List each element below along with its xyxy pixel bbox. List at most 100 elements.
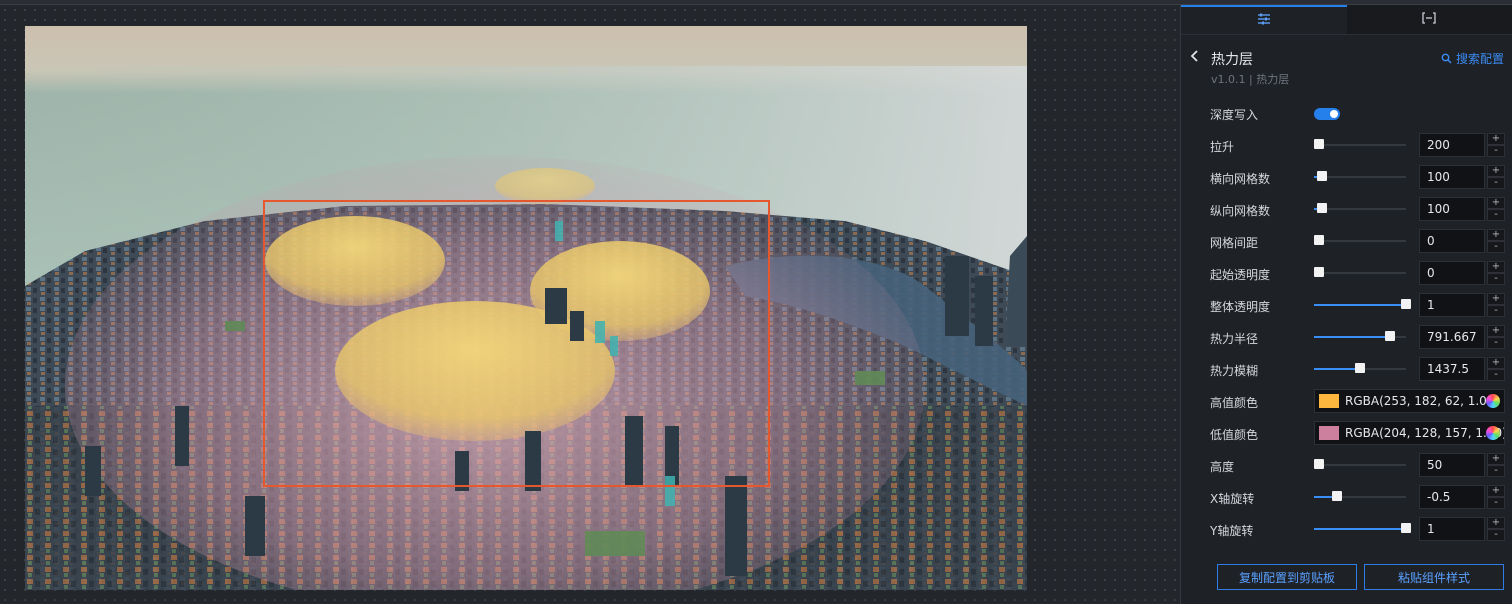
number-stepper: + - — [1487, 261, 1505, 285]
color-picker-icon[interactable] — [1486, 426, 1500, 440]
config-label: 深度写入 — [1210, 108, 1259, 122]
decrement-button[interactable]: - — [1487, 305, 1505, 317]
value-slider[interactable] — [1314, 523, 1411, 533]
search-config-link[interactable]: 搜索配置 — [1441, 50, 1504, 67]
tab-style[interactable] — [1181, 5, 1347, 34]
number-stepper: + - — [1487, 165, 1505, 189]
paste-style-button[interactable]: 粘贴组件样式 — [1364, 564, 1504, 590]
color-value: RGBA(204, 128, 157, 1.00) — [1345, 426, 1505, 440]
config-label: 整体透明度 — [1210, 300, 1271, 314]
increment-button[interactable]: + — [1487, 453, 1505, 465]
number-input[interactable]: 100 — [1419, 165, 1485, 189]
panel-header: 热力层 v1.0.1 | 热力层 搜索配置 — [1181, 35, 1512, 95]
number-input[interactable]: 1 — [1419, 293, 1485, 317]
color-value: RGBA(253, 182, 62, 1.00) — [1345, 394, 1500, 408]
config-label: 拉升 — [1210, 140, 1235, 154]
config-label: 低值颜色 — [1210, 428, 1259, 442]
slider-handle[interactable] — [1314, 235, 1324, 245]
color-input[interactable]: RGBA(204, 128, 157, 1.00) — [1314, 421, 1505, 445]
config-panel: 热力层 v1.0.1 | 热力层 搜索配置 深度写入 拉升 200 + - 横向网格数 10… — [1180, 5, 1512, 604]
number-stepper: + - — [1487, 357, 1505, 381]
color-picker-icon[interactable] — [1486, 394, 1500, 408]
number-input[interactable]: 100 — [1419, 197, 1485, 221]
increment-button[interactable]: + — [1487, 165, 1505, 177]
config-label: 高值颜色 — [1210, 396, 1259, 410]
value-slider[interactable] — [1314, 171, 1406, 181]
action-buttons: 复制配置到剪贴板 粘贴组件样式 — [1181, 564, 1512, 590]
value-slider[interactable] — [1314, 235, 1406, 245]
increment-button[interactable]: + — [1487, 229, 1505, 241]
number-input[interactable]: 1437.5 — [1419, 357, 1485, 381]
color-input[interactable]: RGBA(253, 182, 62, 1.00) — [1314, 389, 1505, 413]
number-stepper: + - — [1487, 293, 1505, 317]
value-slider[interactable] — [1314, 459, 1406, 469]
config-row: 网格间距 0 + - — [1181, 225, 1512, 257]
number-input[interactable]: -0.5 — [1419, 485, 1485, 509]
increment-button[interactable]: + — [1487, 293, 1505, 305]
slider-fill — [1314, 528, 1406, 530]
config-label: 网格间距 — [1210, 236, 1259, 250]
heatmap-3d-scene[interactable] — [25, 26, 1027, 590]
decrement-button[interactable]: - — [1487, 529, 1505, 541]
number-input[interactable]: 0 — [1419, 261, 1485, 285]
decrement-button[interactable]: - — [1487, 465, 1505, 477]
config-label: 起始透明度 — [1210, 268, 1271, 282]
increment-button[interactable]: + — [1487, 261, 1505, 273]
value-slider[interactable] — [1314, 331, 1406, 341]
bracket-icon — [1421, 11, 1437, 29]
increment-button[interactable]: + — [1487, 517, 1505, 529]
slider-handle[interactable] — [1314, 139, 1324, 149]
number-stepper: + - — [1487, 325, 1505, 349]
increment-button[interactable]: + — [1487, 357, 1505, 369]
editor-canvas[interactable] — [0, 5, 1180, 604]
color-swatch[interactable] — [1319, 426, 1339, 440]
slider-handle[interactable] — [1317, 171, 1328, 181]
slider-handle[interactable] — [1314, 267, 1324, 277]
depth-write-toggle[interactable] — [1314, 108, 1340, 120]
config-row: 纵向网格数 100 + - — [1181, 193, 1512, 225]
number-input[interactable]: 791.667 — [1419, 325, 1485, 349]
decrement-button[interactable]: - — [1487, 497, 1505, 509]
number-input[interactable]: 50 — [1419, 453, 1485, 477]
value-slider[interactable] — [1314, 363, 1406, 373]
decrement-button[interactable]: - — [1487, 177, 1505, 189]
slider-handle[interactable] — [1332, 491, 1342, 501]
value-slider[interactable] — [1314, 299, 1411, 309]
slider-fill — [1314, 336, 1391, 338]
slider-handle[interactable] — [1314, 459, 1324, 469]
value-slider[interactable] — [1314, 139, 1406, 149]
slider-fill — [1314, 368, 1360, 370]
number-input[interactable]: 0 — [1419, 229, 1485, 253]
color-swatch[interactable] — [1319, 394, 1339, 408]
copy-config-button[interactable]: 复制配置到剪贴板 — [1217, 564, 1357, 590]
value-slider[interactable] — [1314, 267, 1406, 277]
increment-button[interactable]: + — [1487, 133, 1505, 145]
city-scene-svg — [25, 26, 1027, 590]
decrement-button[interactable]: - — [1487, 209, 1505, 221]
increment-button[interactable]: + — [1487, 325, 1505, 337]
config-label: 热力半径 — [1210, 332, 1259, 346]
slider-handle[interactable] — [1385, 331, 1396, 341]
increment-button[interactable]: + — [1487, 197, 1505, 209]
slider-handle[interactable] — [1401, 523, 1411, 533]
slider-handle[interactable] — [1355, 363, 1365, 373]
config-label: 热力模糊 — [1210, 364, 1259, 378]
decrement-button[interactable]: - — [1487, 369, 1505, 381]
config-label: 纵向网格数 — [1210, 204, 1271, 218]
decrement-button[interactable]: - — [1487, 273, 1505, 285]
decrement-button[interactable]: - — [1487, 241, 1505, 253]
decrement-button[interactable]: - — [1487, 337, 1505, 349]
value-slider[interactable] — [1314, 491, 1406, 501]
number-input[interactable]: 200 — [1419, 133, 1485, 157]
tab-data[interactable] — [1346, 5, 1512, 34]
number-input[interactable]: 1 — [1419, 517, 1485, 541]
value-slider[interactable] — [1314, 203, 1406, 213]
config-label: X轴旋转 — [1210, 492, 1255, 506]
slider-handle[interactable] — [1317, 203, 1328, 213]
slider-handle[interactable] — [1401, 299, 1411, 309]
back-arrow-icon[interactable] — [1189, 49, 1203, 63]
component-version: v1.0.1 | 热力层 — [1211, 73, 1290, 86]
increment-button[interactable]: + — [1487, 485, 1505, 497]
search-config-label: 搜索配置 — [1455, 52, 1504, 66]
decrement-button[interactable]: - — [1487, 145, 1505, 157]
